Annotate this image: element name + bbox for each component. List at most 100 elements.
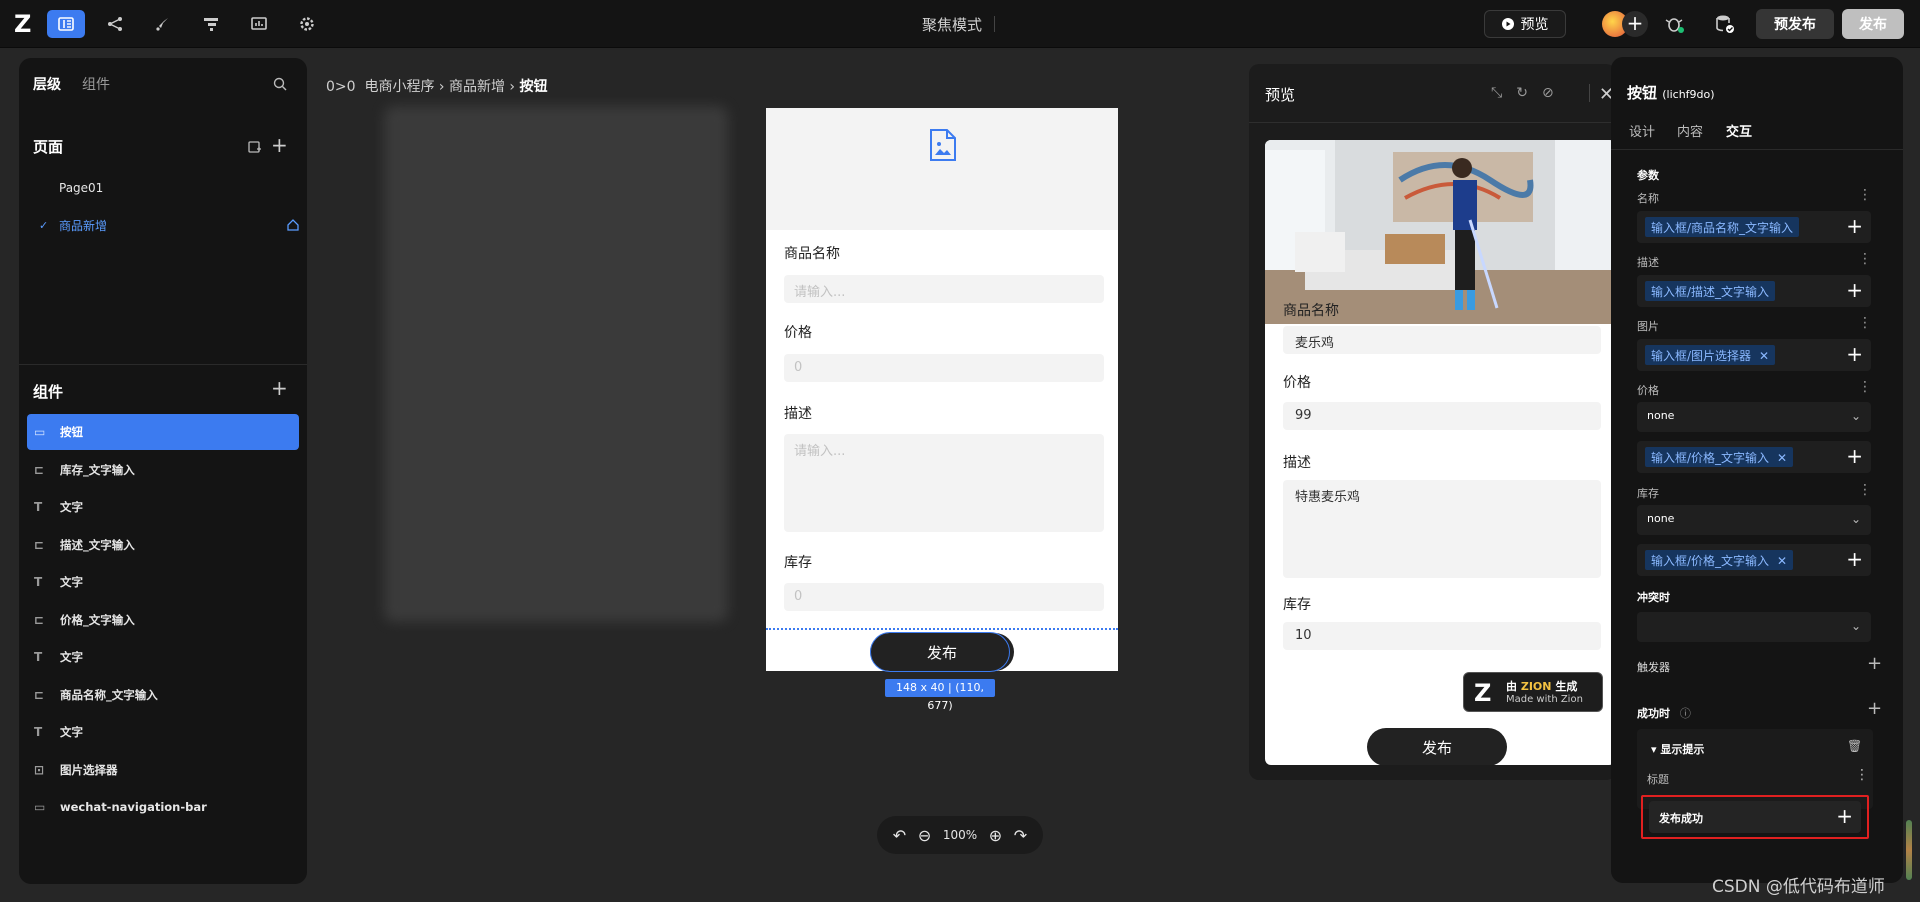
blurred-page-preview (384, 106, 728, 622)
component-tree-item[interactable]: T 文字 (27, 639, 299, 675)
add-icon[interactable]: + (1846, 548, 1863, 570)
stock-binding-field[interactable]: 输入框/价格_文字输入 ✕ + (1637, 544, 1871, 576)
image-binding-field[interactable]: 输入框/图片选择器 ✕ + (1637, 339, 1871, 371)
binding-chip[interactable]: 输入框/图片选择器 ✕ (1645, 345, 1776, 365)
preview-description-textarea[interactable]: 特惠麦乐鸡 (1283, 480, 1601, 578)
action-title[interactable]: ▾ 显示提示 (1651, 741, 1704, 757)
param-label: 价格 (1637, 384, 1659, 397)
add-component-button[interactable]: + (271, 376, 288, 400)
component-tree-item[interactable]: ⊏ 商品名称_文字输入 (27, 677, 299, 713)
database-check-icon[interactable] (1714, 13, 1736, 35)
more-options-icon[interactable]: ⋮ (1858, 187, 1872, 203)
settings-button[interactable] (288, 10, 326, 38)
more-options-icon[interactable]: ⋮ (1858, 379, 1872, 395)
page-item-page01[interactable]: Page01 (33, 173, 297, 203)
preview-publish-button[interactable]: 发布 (1367, 728, 1507, 765)
zion-logo[interactable]: Z (14, 12, 38, 36)
stock-input[interactable]: 0 (784, 583, 1104, 611)
component-tree-item[interactable]: T 文字 (27, 489, 299, 525)
more-options-icon[interactable]: ⋮ (1858, 315, 1872, 331)
refresh-icon[interactable]: ↻ (1516, 85, 1528, 101)
add-trigger-button[interactable]: + (1867, 653, 1882, 674)
description-textarea[interactable]: 请输入... (784, 434, 1104, 532)
preview-button[interactable]: 预览 (1484, 10, 1566, 38)
name-binding-field[interactable]: 输入框/商品名称_文字输入 + (1637, 211, 1871, 243)
preview-product-name-input[interactable]: 麦乐鸡 (1283, 326, 1601, 354)
tab-interaction[interactable]: 交互 (1726, 121, 1752, 140)
component-tree-item[interactable]: ⊏ 价格_文字输入 (27, 602, 299, 638)
component-tree-item[interactable]: ▭ 按钮 (27, 414, 299, 450)
price-binding-field[interactable]: 输入框/价格_文字输入 ✕ + (1637, 441, 1871, 473)
pages-title: 页面 (33, 138, 64, 156)
image-picker[interactable] (766, 108, 1118, 230)
home-icon[interactable] (286, 218, 300, 232)
more-options-icon[interactable]: ⋮ (1858, 482, 1872, 498)
page-layout-button[interactable] (47, 10, 85, 38)
preview-price-input[interactable]: 99 (1283, 402, 1601, 430)
field-label: 描述 (784, 406, 812, 422)
component-tree-item[interactable]: T 文字 (27, 714, 299, 750)
tab-hierarchy[interactable]: 层级 (33, 74, 61, 94)
price-type-select[interactable]: none ⌄ (1637, 402, 1871, 432)
flow-button[interactable] (192, 10, 230, 38)
tab-content[interactable]: 内容 (1677, 121, 1703, 140)
actions-button[interactable] (144, 10, 182, 38)
redo-icon[interactable]: ↷ (1014, 826, 1027, 845)
add-page-button[interactable]: + (271, 133, 288, 157)
search-icon[interactable] (273, 77, 287, 91)
made-with-zion-badge[interactable]: Z 由 ZION 生成 Made with Zion (1463, 672, 1603, 712)
zoom-in-icon[interactable]: ⊕ (989, 826, 1002, 845)
zoom-out-icon[interactable]: ⊖ (918, 826, 931, 845)
conflict-select[interactable]: ⌄ (1637, 612, 1871, 642)
design-canvas-page[interactable]: 商品名称 请输入... 价格 0 描述 请输入... 库存 0 发布 (766, 108, 1118, 671)
tab-components[interactable]: 组件 (82, 74, 110, 94)
publish-button[interactable]: 发布 (1842, 9, 1904, 39)
component-tree-item[interactable]: ⊡ 图片选择器 (27, 752, 299, 788)
preview-stock-input[interactable]: 10 (1283, 622, 1601, 650)
add-icon[interactable]: + (1836, 804, 1853, 828)
component-tree-item[interactable]: ⊏ 库存_文字输入 (27, 452, 299, 488)
add-icon[interactable]: + (1846, 279, 1863, 301)
add-folder-icon[interactable] (247, 139, 262, 154)
more-options-icon[interactable]: ⋮ (1855, 767, 1869, 783)
binding-chip[interactable]: 输入框/价格_文字输入 ✕ (1645, 550, 1794, 570)
tab-design[interactable]: 设计 (1629, 121, 1655, 140)
breadcrumb-app[interactable]: 电商小程序 (364, 79, 434, 95)
product-name-input[interactable]: 请输入... (784, 275, 1104, 303)
data-model-button[interactable] (96, 10, 134, 38)
invite-collaborator-button[interactable]: + (1622, 11, 1648, 37)
toast-title-field[interactable]: 发布成功 + (1649, 801, 1861, 833)
price-input[interactable]: 0 (784, 354, 1104, 382)
more-options-icon[interactable]: ⋮ (1858, 251, 1872, 267)
add-icon[interactable]: + (1846, 445, 1863, 467)
trash-icon[interactable]: 🗑 (1847, 739, 1862, 753)
remove-chip-icon[interactable]: ✕ (1777, 554, 1787, 568)
component-tree-item[interactable]: ⊏ 描述_文字输入 (27, 527, 299, 563)
breadcrumb-page[interactable]: 商品新增 (449, 79, 505, 95)
add-success-action-button[interactable]: + (1867, 698, 1882, 719)
binding-chip[interactable]: 输入框/价格_文字输入 ✕ (1645, 447, 1794, 467)
stock-type-select[interactable]: none ⌄ (1637, 505, 1871, 535)
focus-mode-toggle[interactable]: 聚焦模式 (922, 14, 982, 35)
description-binding-field[interactable]: 输入框/描述_文字输入 + (1637, 275, 1871, 307)
undo-icon[interactable]: ↶ (893, 826, 906, 845)
compass-icon[interactable]: ⊘ (1542, 85, 1554, 101)
add-icon[interactable]: + (1846, 215, 1863, 237)
component-tree-label: wechat-navigation-bar (60, 800, 207, 814)
remove-chip-icon[interactable]: ✕ (1777, 451, 1787, 465)
debug-bug-icon[interactable] (1664, 13, 1686, 35)
scrollbar[interactable] (1906, 820, 1912, 880)
collapse-icon[interactable]: ⤡ (1491, 85, 1502, 101)
zoom-control: ↶ ⊖ 100% ⊕ ↷ (877, 816, 1043, 854)
binding-chip[interactable]: 输入框/描述_文字输入 (1645, 281, 1776, 301)
component-tree-item[interactable]: ▭ wechat-navigation-bar (27, 789, 299, 825)
breadcrumb-prefix[interactable]: 0>0 (326, 79, 356, 95)
page-item-product-add[interactable]: ✓ 商品新增 (33, 210, 300, 240)
remove-chip-icon[interactable]: ✕ (1759, 349, 1769, 363)
binding-chip[interactable]: 输入框/商品名称_文字输入 (1645, 217, 1800, 237)
add-icon[interactable]: + (1846, 343, 1863, 365)
dashboard-button[interactable] (240, 10, 278, 38)
prepublish-button[interactable]: 预发布 (1756, 9, 1834, 39)
help-icon[interactable]: ⓘ (1680, 707, 1691, 720)
component-tree-item[interactable]: T 文字 (27, 564, 299, 600)
